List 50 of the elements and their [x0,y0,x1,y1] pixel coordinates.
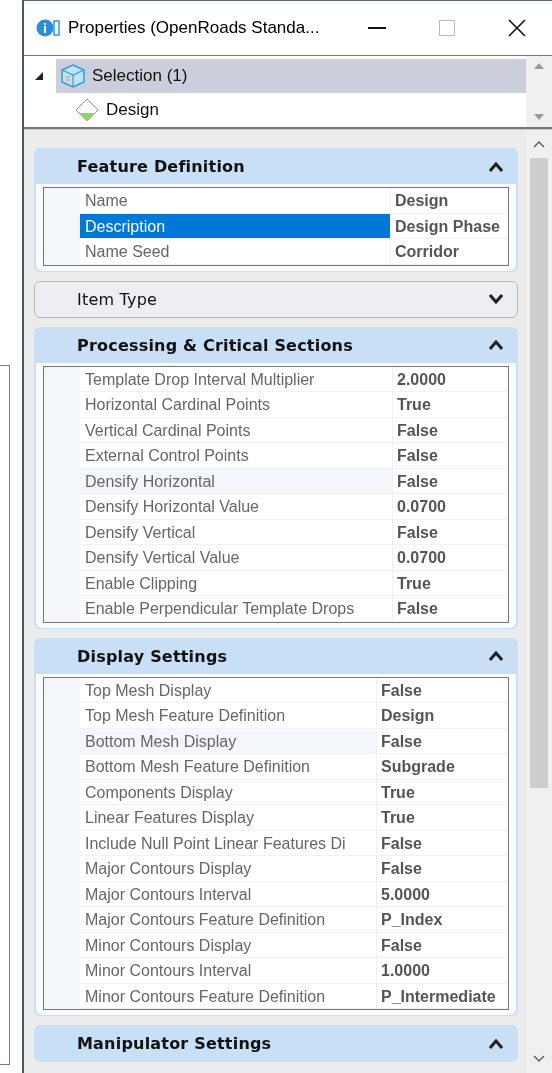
section-title: Display Settings [77,646,228,666]
close-icon [508,19,526,37]
section-title: Manipulator Settings [77,1034,272,1053]
property-value[interactable]: False [392,596,508,622]
property-value[interactable]: P_Intermediate [376,983,508,1009]
property-value[interactable]: True [376,779,508,805]
section-title: Item Type [77,289,158,309]
property-value[interactable]: True [392,392,508,418]
collapse-chevron-icon[interactable] [489,651,503,661]
property-value[interactable]: P_Index [376,907,508,933]
cube-icon [60,63,86,89]
property-value[interactable]: Design [390,188,508,214]
property-value[interactable]: 0.0700 [392,545,508,571]
property-value[interactable]: 1.0000 [376,958,508,984]
window-title: Properties (OpenRoads Standa... [68,18,321,38]
tree-item[interactable]: Design [70,93,526,127]
property-value[interactable]: 5.0000 [376,881,508,907]
property-value[interactable]: Corridor [390,239,508,265]
section-title: Processing & Critical Sections [77,335,353,355]
property-name[interactable]: Densify Horizontal [80,468,392,494]
property-value[interactable]: Design [376,703,508,729]
info-icon [36,18,60,38]
property-value[interactable]: False [392,443,508,469]
collapse-chevron-icon[interactable] [489,1038,503,1049]
collapse-chevron-icon[interactable] [489,340,503,350]
maximize-icon [439,20,455,36]
property-value[interactable]: False [376,830,508,856]
property-value[interactable]: Subgrade [376,754,508,780]
diamond-icon [74,97,100,123]
property-value[interactable]: False [376,677,508,703]
minimize-icon [368,27,386,29]
property-value[interactable]: False [392,468,508,494]
property-value[interactable]: False [376,728,508,754]
collapse-chevron-icon[interactable] [489,161,503,172]
property-name[interactable]: Description [80,213,390,239]
property-value[interactable]: False [376,932,508,958]
property-name[interactable]: Bottom Mesh Display [80,728,376,754]
section-title: Feature Definition [77,157,245,176]
property-value[interactable]: True [376,805,508,831]
property-value[interactable]: 2.0000 [392,366,508,392]
property-value[interactable]: False [392,417,508,443]
scrollbar[interactable] [526,130,552,1073]
property-value[interactable]: False [376,856,508,882]
expanded-arrow-icon[interactable] [34,71,44,81]
property-value[interactable]: False [392,519,508,545]
tree-item[interactable]: Selection (1) [56,59,526,93]
expand-chevron-icon[interactable] [489,294,503,304]
property-value[interactable]: 0.0700 [392,494,508,520]
property-value[interactable]: True [392,570,508,596]
property-value[interactable]: Design Phase [390,213,508,239]
